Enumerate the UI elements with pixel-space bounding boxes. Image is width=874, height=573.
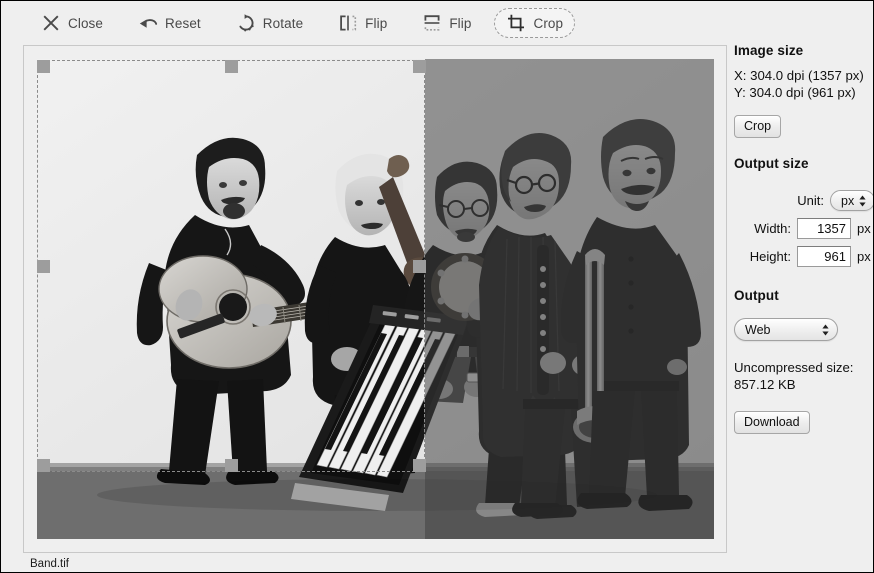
height-input[interactable] xyxy=(797,246,851,267)
uncompressed-size-value: 857.12 KB xyxy=(734,377,796,392)
flip-vertical-axis-icon xyxy=(340,15,357,31)
reset-button[interactable]: Reset xyxy=(126,8,213,38)
close-x-icon xyxy=(43,15,59,31)
crop-frame-icon xyxy=(508,14,525,32)
height-label: Height: xyxy=(749,249,791,264)
crop-handle-top-left[interactable] xyxy=(37,60,50,73)
crop-tool-button[interactable]: Crop xyxy=(494,8,576,38)
sidebar-crop-button[interactable]: Crop xyxy=(734,115,782,138)
height-unit-suffix: px xyxy=(857,249,871,264)
image-preview-panel[interactable] xyxy=(23,45,727,553)
crop-handle-bottom-center[interactable] xyxy=(225,459,238,472)
image-size-heading: Image size xyxy=(734,43,804,58)
height-field-row: Height: px xyxy=(734,246,873,267)
stepper-arrows-icon xyxy=(822,324,829,335)
flip-horizontal-axis-label: Flip xyxy=(449,15,472,31)
status-bar: Band.tif xyxy=(1,554,873,572)
crop-handle-top-right[interactable] xyxy=(413,60,426,73)
width-label: Width: xyxy=(754,221,791,236)
properties-sidebar: Image size X: 304.0 dpi (1357 px) Y: 304… xyxy=(734,43,873,434)
width-input[interactable] xyxy=(797,218,851,239)
crop-handle-bottom-right[interactable] xyxy=(413,459,426,472)
crop-handle-top-center[interactable] xyxy=(225,60,238,73)
rotate-button-label: Rotate xyxy=(262,15,304,31)
photo-canvas[interactable] xyxy=(37,59,714,539)
toolbar: Close Reset Rotate Flip Flip Crop xyxy=(1,1,873,45)
crop-handle-middle-left[interactable] xyxy=(37,260,50,273)
close-button[interactable]: Close xyxy=(29,8,115,38)
flip-horizontal-axis-icon xyxy=(424,15,440,31)
crop-handle-middle-right[interactable] xyxy=(413,260,426,273)
uncompressed-size-label: Uncompressed size: xyxy=(734,360,854,375)
flip-vertical-axis-label: Flip xyxy=(365,15,388,31)
close-button-label: Close xyxy=(68,15,104,31)
width-field-row: Width: px xyxy=(734,218,873,239)
undo-arrow-icon xyxy=(139,19,158,28)
status-filename: Band.tif xyxy=(30,557,69,570)
output-preset-value: Web xyxy=(745,322,771,337)
stepper-arrows-icon xyxy=(859,195,866,206)
unit-label: Unit: xyxy=(797,193,824,208)
width-unit-suffix: px xyxy=(857,221,871,236)
reset-button-label: Reset xyxy=(165,15,201,31)
image-size-x-line: X: 304.0 dpi (1357 px) xyxy=(734,68,864,83)
image-editor-window: Close Reset Rotate Flip Flip Crop Image … xyxy=(0,0,874,573)
image-size-y-line: Y: 304.0 dpi (961 px) xyxy=(734,85,856,100)
unit-select[interactable]: px xyxy=(830,190,873,211)
crop-handle-bottom-left[interactable] xyxy=(37,459,50,472)
crop-tool-label: Crop xyxy=(533,15,564,31)
flip-vertical-axis-button[interactable]: Flip xyxy=(326,8,399,38)
unit-field-row: Unit: px xyxy=(734,190,873,211)
download-button[interactable]: Download xyxy=(734,411,810,434)
flip-horizontal-axis-button[interactable]: Flip xyxy=(410,8,483,38)
rotate-button[interactable]: Rotate xyxy=(224,8,315,38)
output-preset-select[interactable]: Web xyxy=(734,318,838,341)
rotate-circle-icon xyxy=(239,14,254,32)
output-heading: Output xyxy=(734,288,779,303)
band-photo-image xyxy=(37,59,714,539)
output-size-heading: Output size xyxy=(734,156,809,171)
unit-select-value: px xyxy=(841,193,855,208)
